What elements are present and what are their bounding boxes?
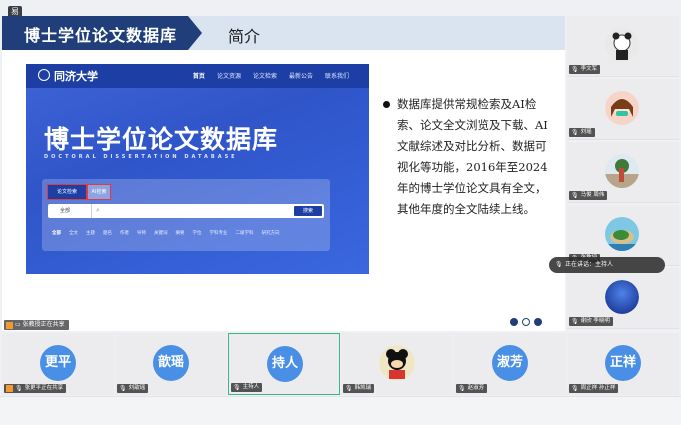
- participant-tile[interactable]: 🎙 李文军: [567, 16, 679, 77]
- participant-avatar: [605, 154, 639, 188]
- participant-avatar: 歆瑶: [153, 345, 189, 381]
- participant-tile[interactable]: 🎙 刘瑶: [567, 79, 679, 140]
- bullet-icon: [383, 101, 390, 108]
- mic-icon: 🎙: [571, 385, 579, 392]
- pager-dot-current[interactable]: [522, 318, 530, 326]
- participant-name-tag: 🎙 韩凯瑞: [343, 384, 375, 393]
- participant-name-tag: 🎙 谢欣 李晓明: [569, 317, 613, 326]
- mic-icon: 🎙: [555, 261, 563, 268]
- site-filter-item: 全文: [69, 231, 78, 236]
- participant-name-tag: 🎙 主持人: [231, 383, 263, 392]
- mic-icon: 🎙: [458, 385, 466, 392]
- site-search-button: 搜索: [294, 206, 322, 216]
- site-filter-item: 主题: [86, 231, 95, 236]
- participant-avatar: [605, 91, 639, 125]
- participant-strip: 更平 🎙 张更平正在共享 歆瑶 🎙 刘歆瑶 持人 🎙 主持人 🎙 韩凯瑞 淑芳 🎙 赵淑芳…: [0, 333, 681, 395]
- participant-avatar: 持人: [267, 346, 303, 382]
- site-filter-item: 导师: [137, 231, 146, 236]
- slide-pager: [510, 318, 542, 326]
- mic-icon: 🎙: [119, 385, 127, 392]
- speaking-indicator-text: 正在讲话：主持人: [565, 261, 614, 268]
- site-filter-item: 学科专业: [209, 231, 228, 236]
- user-icon: [6, 385, 13, 392]
- site-filter-item: 二级学科: [235, 231, 254, 236]
- site-menu-item: 首页: [192, 73, 205, 80]
- website-screenshot: 同济大学 首页 论文资源 论文检索 最新公告 联系我们 博士学位论文数据库 DO…: [26, 64, 369, 274]
- participant-tile[interactable]: 淑芳 🎙 赵淑芳: [454, 333, 566, 395]
- meeting-app: 易 博士学位论文数据库 简介 同济大学 首页 论文资源 论文检索 最新公告 联系…: [0, 0, 681, 425]
- participant-tile[interactable]: 歆瑶 🎙 刘歆瑶: [115, 333, 227, 395]
- participant-tile-active[interactable]: 持人 🎙 主持人: [228, 333, 340, 395]
- slide-subtitle: 简介: [228, 27, 261, 46]
- site-tab-ai-search: AI检索: [87, 184, 111, 200]
- participant-name-tag: 🎙 周正祥 孙正祥: [569, 384, 619, 393]
- participant-avatar: [605, 217, 639, 251]
- site-menu: 首页 论文资源 论文检索 最新公告 联系我们: [193, 71, 349, 80]
- site-search-box: 全部 ⌕ 搜索: [48, 204, 324, 218]
- site-menu-item: 论文检索: [252, 73, 277, 80]
- participant-avatar: 更平: [40, 345, 76, 381]
- participant-name-tag: 🎙 赵淑芳: [456, 384, 488, 393]
- user-icon: [6, 321, 13, 329]
- site-hero-title: 博士学位论文数据库: [44, 125, 279, 154]
- participant-tile[interactable]: 🎙 韩凯瑞: [341, 333, 453, 395]
- mic-icon: 🎙: [571, 318, 579, 325]
- participant-tile[interactable]: 🎙 谢欣 李晓明: [567, 268, 679, 329]
- participant-avatar: 正祥: [605, 345, 641, 381]
- footer-bar: [0, 396, 681, 425]
- site-filter-item: 学位: [192, 231, 202, 236]
- site-filter-item: 摘要: [175, 231, 185, 236]
- participant-avatar: [605, 28, 639, 62]
- participant-name-tag: 🎙 刘瑶: [569, 128, 595, 137]
- participant-avatar: [379, 345, 415, 381]
- participant-column: 🎙李文军 🎙刘瑶 🎙马俊 周伟 🎙张教授 🎙谢欣 李晓明: [567, 16, 681, 331]
- participant-name-tag: 🎙 刘歆瑶: [117, 384, 149, 393]
- site-logo: 同济大学: [54, 70, 98, 83]
- mic-icon: 🎙: [571, 192, 579, 199]
- site-filter-item: 关键词: [154, 231, 168, 236]
- university-seal-icon: [38, 69, 50, 81]
- mic-icon: 🎙: [571, 66, 579, 73]
- participant-avatar: 淑芳: [492, 345, 528, 381]
- participant-name-tag: 🎙 李文军: [569, 65, 601, 74]
- participant-name-tag: 🎙 马俊 周伟: [569, 191, 608, 200]
- screen-share-icon: ▭: [15, 321, 21, 328]
- speaking-indicator: 🎙 正在讲话：主持人: [549, 257, 665, 273]
- mic-icon: 🎙: [345, 385, 353, 392]
- site-filter-item: 作者: [120, 231, 129, 236]
- participant-name-tag: 🎙 张更平正在共享: [4, 384, 67, 393]
- site-tab-regular-search: 论文检索: [47, 184, 87, 200]
- sharing-indicator-text: 张教授正在共享: [22, 321, 65, 328]
- mic-icon: 🎙: [233, 384, 241, 391]
- pager-dot[interactable]: [510, 318, 518, 326]
- site-filter-row: 全部 全文 主题 题名 作者 导师 关键词 摘要 学位 学科专业 二级学科 研究…: [52, 230, 280, 236]
- mic-icon: 🎙: [15, 385, 23, 392]
- participant-tile[interactable]: 更平 🎙 张更平正在共享: [2, 333, 114, 395]
- participant-avatar: [605, 280, 639, 314]
- shared-screen[interactable]: 博士学位论文数据库 简介 同济大学 首页 论文资源 论文检索 最新公告 联系我们…: [2, 16, 565, 331]
- site-menu-item: 联系我们: [324, 73, 349, 80]
- pager-dot[interactable]: [534, 318, 542, 326]
- search-icon: ⌕: [96, 206, 100, 214]
- site-menu-item: 论文资源: [216, 73, 241, 80]
- site-menu-item: 最新公告: [288, 73, 313, 80]
- participant-tile[interactable]: 正祥 🎙 周正祥 孙正祥: [567, 333, 679, 395]
- site-filter-item: 全部: [52, 231, 61, 236]
- slide-title: 博士学位论文数据库: [24, 26, 178, 45]
- site-search-select: 全部: [48, 204, 92, 218]
- sharing-indicator: ▭ 张教授正在共享: [4, 320, 69, 330]
- mic-icon: 🎙: [571, 129, 579, 136]
- site-search-panel: 论文检索 AI检索 全部 ⌕ 搜索 全部 全文 主题 题名 作者 导师 关键词 …: [42, 179, 330, 251]
- site-filter-item: 题名: [103, 231, 112, 236]
- slide-bullet-text: 数据库提供常规检索及AI检索、论文全文浏览及下载、AI文献综述及对比分析、数据可…: [397, 97, 548, 216]
- participant-tile[interactable]: 🎙 马俊 周伟: [567, 142, 679, 203]
- site-filter-item: 研究方向: [261, 231, 280, 236]
- site-hero-subtitle: DOCTORAL DISSERTATION DATABASE: [44, 154, 238, 160]
